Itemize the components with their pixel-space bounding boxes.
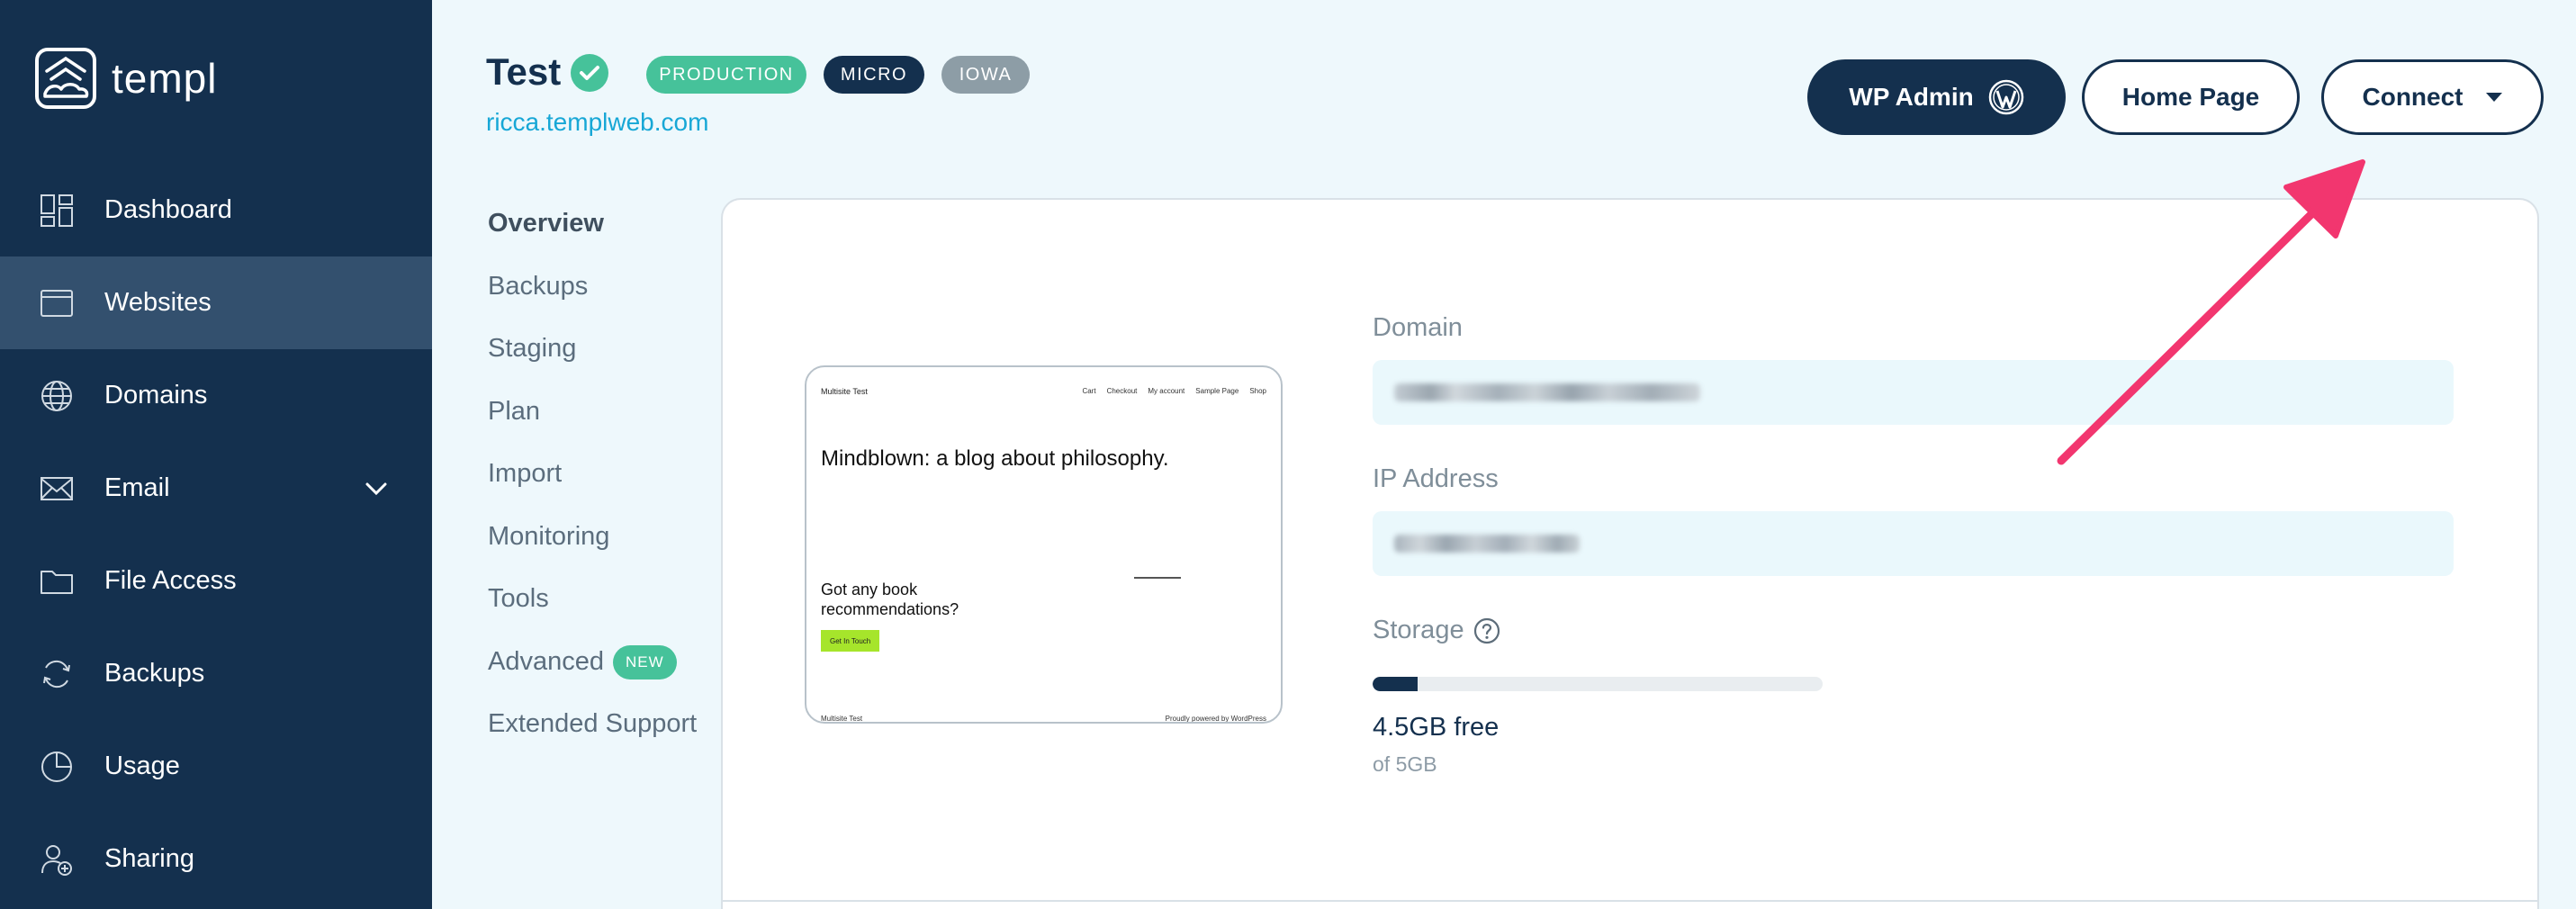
wp-admin-button-label: WP Admin [1849,83,1974,111]
preview-divider [1134,577,1181,579]
folder-icon [41,570,73,594]
sidebar-item-dashboard[interactable]: Dashboard [0,164,432,256]
sidebar-item-file-access[interactable]: File Access [0,535,432,627]
subnav-staging[interactable]: Staging [488,334,697,397]
site-url-link[interactable]: ricca.templweb.com [486,108,708,137]
brand-logo[interactable]: templ [34,47,217,110]
preview-menu-item: Sample Page [1195,387,1239,395]
chevron-down-icon[interactable] [364,476,389,501]
storage-progress-fill [1373,677,1418,691]
sidebar-nav: Dashboard Websites Domains Email File Ac… [0,164,432,905]
brand-name: templ [112,55,218,102]
ip-address-label: IP Address [1373,464,1499,493]
help-question-icon[interactable] [1473,617,1500,644]
storage-total-text: of 5GB [1373,752,1437,776]
sidebar-item-label: File Access [104,566,237,595]
subnav-backups[interactable]: Backups [488,272,697,335]
sidebar-item-label: Websites [104,288,212,317]
user-add-icon [41,844,72,876]
preview-cta-button: Get In Touch [821,630,880,652]
site-subnav: Overview Backups Staging Plan Import Mon… [488,209,697,772]
refresh-icon [43,660,70,688]
envelope-icon [41,476,73,500]
preview-footer-right: Proudly powered by WordPress [1165,715,1266,723]
preview-menu-item: Checkout [1106,387,1138,395]
preview-site-name: Multisite Test [821,387,868,396]
pie-chart-icon [41,751,72,782]
sidebar-item-sharing[interactable]: Sharing [0,813,432,905]
sidebar-item-label: Usage [104,752,180,780]
sidebar-item-websites[interactable]: Websites [0,256,432,349]
sidebar-item-label: Email [104,473,170,502]
sidebar-item-domains[interactable]: Domains [0,349,432,442]
browser-window-icon [41,289,73,317]
page-title: Test [486,50,562,93]
preview-menu: Cart Checkout My account Sample Page Sho… [1082,387,1266,395]
subnav-advanced[interactable]: Advanced NEW [488,644,697,710]
ip-value-redacted [1394,535,1580,553]
preview-headline: Mindblown: a blog about philosophy. [821,446,1169,471]
verified-check-icon [571,54,608,92]
caret-down-icon [2485,93,2502,102]
site-preview-thumbnail[interactable]: Multisite Test Cart Checkout My account … [805,365,1283,724]
connect-button-label: Connect [2362,83,2463,111]
home-page-button[interactable]: Home Page [2082,59,2300,135]
sidebar-item-usage[interactable]: Usage [0,720,432,813]
preview-menu-item: Shop [1249,387,1266,395]
storage-label-text: Storage [1373,616,1464,644]
plan-tag: MICRO [824,56,924,94]
storage-label: Storage [1373,616,1500,645]
globe-icon [41,380,72,411]
home-page-button-label: Home Page [2121,83,2260,111]
domain-label: Domain [1373,313,1463,342]
ip-address-field[interactable] [1373,511,2454,576]
sidebar-item-label: Backups [104,659,205,688]
storage-progress-bar [1373,677,1823,691]
sidebar-item-backups[interactable]: Backups [0,627,432,720]
preview-footer-left: Multisite Test [821,715,863,723]
subnav-overview[interactable]: Overview [488,209,697,272]
domain-value-redacted [1394,383,1700,401]
sidebar-item-label: Dashboard [104,195,232,224]
connect-dropdown-button[interactable]: Connect [2321,59,2544,135]
subnav-monitoring[interactable]: Monitoring [488,522,697,585]
templ-logo-icon [35,48,96,109]
subnav-plan[interactable]: Plan [488,397,697,460]
dashboard-icon [41,194,73,227]
subnav-tools[interactable]: Tools [488,584,697,647]
preview-menu-item: Cart [1082,387,1096,395]
wp-admin-button[interactable]: WP Admin [1807,59,2066,135]
preview-menu-item: My account [1148,387,1185,395]
preview-book-text: Got any book recommendations? [821,580,959,618]
subnav-extended-support[interactable]: Extended Support [488,709,697,772]
wordpress-icon [1988,79,2023,115]
storage-free-text: 4.5GB free [1373,713,1500,742]
sidebar-item-email[interactable]: Email [0,442,432,535]
domain-field[interactable] [1373,360,2454,425]
subnav-import[interactable]: Import [488,459,697,522]
new-badge: NEW [613,644,677,680]
subnav-advanced-label: Advanced [488,646,604,676]
environment-tag: PRODUCTION [646,56,806,94]
sidebar: templ Dashboard Websites Domains Email F… [0,0,432,909]
region-tag: IOWA [941,56,1030,94]
sidebar-item-label: Domains [104,381,208,410]
sidebar-item-label: Sharing [104,844,194,873]
card-divider [721,900,2539,902]
